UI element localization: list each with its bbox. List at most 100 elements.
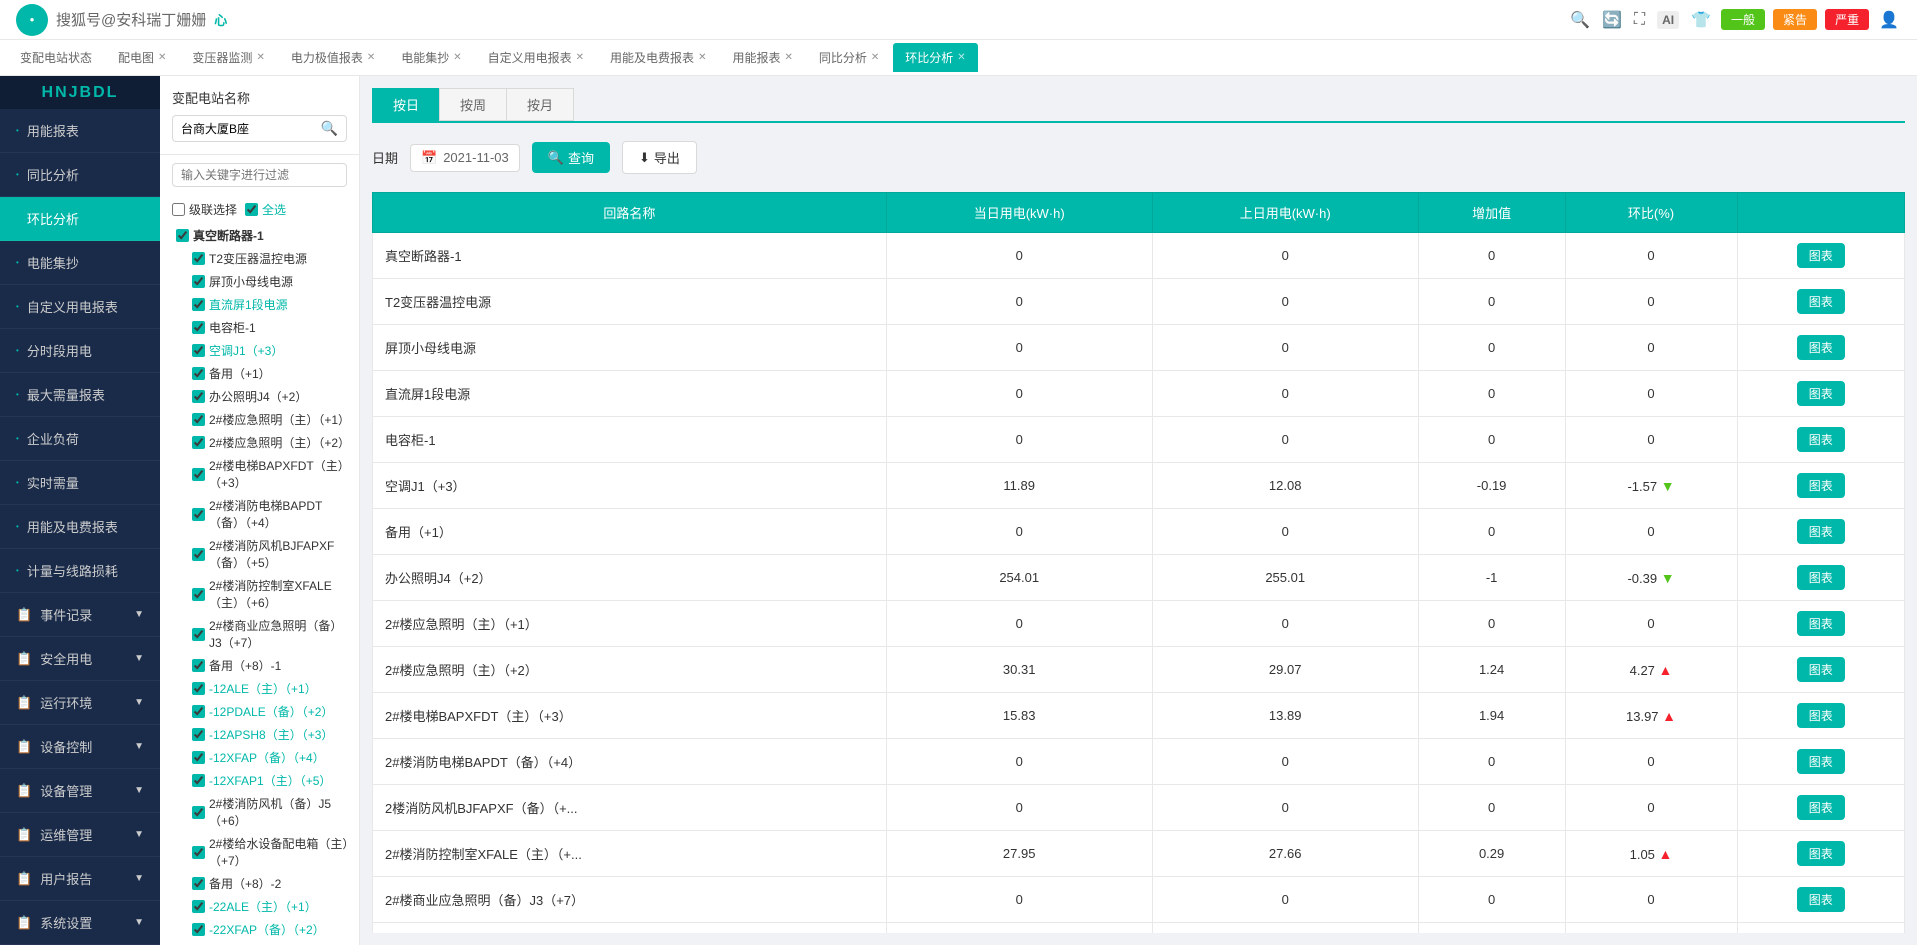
tab-环比分析[interactable]: 环比分析✕ xyxy=(893,43,977,72)
tree-item-kt1[interactable]: 空调J1（+3） xyxy=(160,339,359,362)
tree-item-xf1[interactable]: -12XFAP（备）（+4） xyxy=(160,746,359,769)
period-tab-按日[interactable]: 按日 xyxy=(372,88,440,121)
tree-checkbox-zlpd[interactable] xyxy=(192,298,205,311)
chart-button[interactable]: 图表 xyxy=(1797,519,1845,544)
user-icon[interactable]: 👤 xyxy=(1879,10,1899,30)
sidebar-item-用能报表[interactable]: •用能报表 xyxy=(0,109,160,153)
tree-checkbox-bgzm[interactable] xyxy=(192,390,205,403)
sidebar-item-设备控制[interactable]: 📋设备控制▼ xyxy=(0,725,160,769)
date-picker[interactable]: 📅 2021-11-03 xyxy=(410,144,520,172)
chart-button[interactable]: 图表 xyxy=(1797,657,1845,682)
tab-电能集抄[interactable]: 电能集抄✕ xyxy=(389,43,473,72)
chart-button[interactable]: 图表 xyxy=(1797,289,1845,314)
tree-filter-input[interactable] xyxy=(172,163,347,187)
tab-用能及电费报表[interactable]: 用能及电费报表✕ xyxy=(598,43,718,72)
tree-checkbox-ale1[interactable] xyxy=(192,682,205,695)
tab-close-icon[interactable]: ✕ xyxy=(784,52,792,63)
tree-item-pmq[interactable]: 屏顶小母线电源 xyxy=(160,270,359,293)
tab-close-icon[interactable]: ✕ xyxy=(576,52,584,63)
level-warn-badge[interactable]: 紧告 xyxy=(1773,9,1817,30)
station-search-input[interactable] xyxy=(181,122,317,136)
tree-item-gs1[interactable]: 2#楼给水设备配电箱（主）（+7） xyxy=(160,832,359,872)
level-urgent-badge[interactable]: 严重 xyxy=(1825,9,1869,30)
tree-item-xf2[interactable]: -12XFAP1（主）（+5） xyxy=(160,769,359,792)
sidebar-item-用户报告[interactable]: 📋用户报告▼ xyxy=(0,857,160,901)
tree-item-by82[interactable]: 备用（+8）-2 xyxy=(160,872,359,895)
chart-button[interactable]: 图表 xyxy=(1797,427,1845,452)
tab-close-icon[interactable]: ✕ xyxy=(158,52,166,63)
tree-checkbox-em1[interactable] xyxy=(192,413,205,426)
fullscreen-icon[interactable]: ⛶ xyxy=(1634,11,1645,29)
ai-icon[interactable]: AI xyxy=(1657,11,1679,29)
tree-checkbox-dr1[interactable] xyxy=(192,321,205,334)
tree-checkbox-xf2[interactable] xyxy=(192,774,205,787)
sidebar-item-实时需量[interactable]: •实时需量 xyxy=(0,461,160,505)
tree-item-dr1[interactable]: 电容柜-1 xyxy=(160,316,359,339)
tree-item-em2[interactable]: 2#楼应急照明（主）（+2） xyxy=(160,431,359,454)
select-all-checkbox[interactable] xyxy=(245,203,258,216)
tree-checkbox-sh1[interactable] xyxy=(192,728,205,741)
level-normal-badge[interactable]: 一般 xyxy=(1721,9,1765,30)
chart-button[interactable]: 图表 xyxy=(1797,381,1845,406)
tree-checkbox-kt1[interactable] xyxy=(192,344,205,357)
tab-close-icon[interactable]: ✕ xyxy=(698,52,706,63)
sidebar-item-设备管理[interactable]: 📋设备管理▼ xyxy=(0,769,160,813)
tree-item-xf3[interactable]: -22XFAP（备）（+2） xyxy=(160,918,359,941)
tree-checkbox-fj2[interactable] xyxy=(192,806,205,819)
tree-checkbox-pmq[interactable] xyxy=(192,275,205,288)
sidebar-item-用能及电费报表[interactable]: •用能及电费报表 xyxy=(0,505,160,549)
sidebar-item-环比分析[interactable]: •环比分析 xyxy=(0,197,160,241)
tab-close-icon[interactable]: ✕ xyxy=(957,52,965,63)
tree-item-ale2[interactable]: -22ALE（主）（+1） xyxy=(160,895,359,918)
tree-item-by8[interactable]: 备用（+8）-1 xyxy=(160,654,359,677)
tree-checkbox-dt2[interactable] xyxy=(192,508,205,521)
tree-checkbox-gs1[interactable] xyxy=(192,846,205,859)
sidebar-item-运维管理[interactable]: 📋运维管理▼ xyxy=(0,813,160,857)
chart-button[interactable]: 图表 xyxy=(1797,841,1845,866)
sidebar-item-计量与线路损耗[interactable]: •计量与线路损耗 xyxy=(0,549,160,593)
chart-button[interactable]: 图表 xyxy=(1797,795,1845,820)
tree-checkbox-ale2[interactable] xyxy=(192,900,205,913)
tree-item-dt1[interactable]: 2#楼电梯BAPXFDT（主）（+3） xyxy=(160,454,359,494)
tree-checkbox-dt1[interactable] xyxy=(192,468,205,481)
sidebar-item-事件记录[interactable]: 📋事件记录▼ xyxy=(0,593,160,637)
tree-checkbox-parent1[interactable] xyxy=(176,229,189,242)
search-icon[interactable]: 🔍 xyxy=(1570,10,1590,30)
chart-button[interactable]: 图表 xyxy=(1797,565,1845,590)
sidebar-item-同比分析[interactable]: •同比分析 xyxy=(0,153,160,197)
tab-用能报表[interactable]: 用能报表✕ xyxy=(720,43,804,72)
tree-item-bgzm[interactable]: 办公照明J4（+2） xyxy=(160,385,359,408)
tab-close-icon[interactable]: ✕ xyxy=(871,52,879,63)
tree-checkbox-t2[interactable] xyxy=(192,252,205,265)
tree-item-em1[interactable]: 2#楼应急照明（主）（+1） xyxy=(160,408,359,431)
tree-checkbox-pd1[interactable] xyxy=(192,705,205,718)
chart-button[interactable]: 图表 xyxy=(1797,473,1845,498)
tree-checkbox-by1[interactable] xyxy=(192,367,205,380)
tree-checkbox-kz1[interactable] xyxy=(192,588,205,601)
tree-item-zlpd[interactable]: 直流屏1段电源 xyxy=(160,293,359,316)
sidebar-item-运行环境[interactable]: 📋运行环境▼ xyxy=(0,681,160,725)
tab-close-icon[interactable]: ✕ xyxy=(367,52,375,63)
tab-close-icon[interactable]: ✕ xyxy=(256,52,264,63)
tree-checkbox-by8[interactable] xyxy=(192,659,205,672)
refresh-icon[interactable]: 🔄 xyxy=(1602,10,1622,30)
chart-button[interactable]: 图表 xyxy=(1797,703,1845,728)
sidebar-item-系统设置[interactable]: 📋系统设置▼ xyxy=(0,901,160,945)
station-search-icon[interactable]: 🔍 xyxy=(321,120,338,137)
tab-变配电站状态[interactable]: 变配电站状态 xyxy=(8,43,104,72)
level-select-label[interactable]: 级联选择 xyxy=(172,201,237,218)
tree-item-fj2[interactable]: 2#楼消防风机（备）J5（+6） xyxy=(160,792,359,832)
shirt-icon[interactable]: 👕 xyxy=(1691,10,1711,30)
tree-item-t2[interactable]: T2变压器温控电源 xyxy=(160,247,359,270)
chart-button[interactable]: 图表 xyxy=(1797,335,1845,360)
tree-checkbox-fj1[interactable] xyxy=(192,548,205,561)
sidebar-item-企业负荷[interactable]: •企业负荷 xyxy=(0,417,160,461)
tree-item-dt2[interactable]: 2#楼消防电梯BAPDT（备）（+4） xyxy=(160,494,359,534)
tree-checkbox-by82[interactable] xyxy=(192,877,205,890)
level-select-checkbox[interactable] xyxy=(172,203,185,216)
period-tab-按月[interactable]: 按月 xyxy=(506,88,574,121)
tree-checkbox-sy1[interactable] xyxy=(192,628,205,641)
tree-item-sh1[interactable]: -12APSH8（主）（+3） xyxy=(160,723,359,746)
tab-变压器监测[interactable]: 变压器监测✕ xyxy=(180,43,276,72)
tree-item-ale3[interactable]: -32ALE（主）（+3） xyxy=(160,941,359,945)
